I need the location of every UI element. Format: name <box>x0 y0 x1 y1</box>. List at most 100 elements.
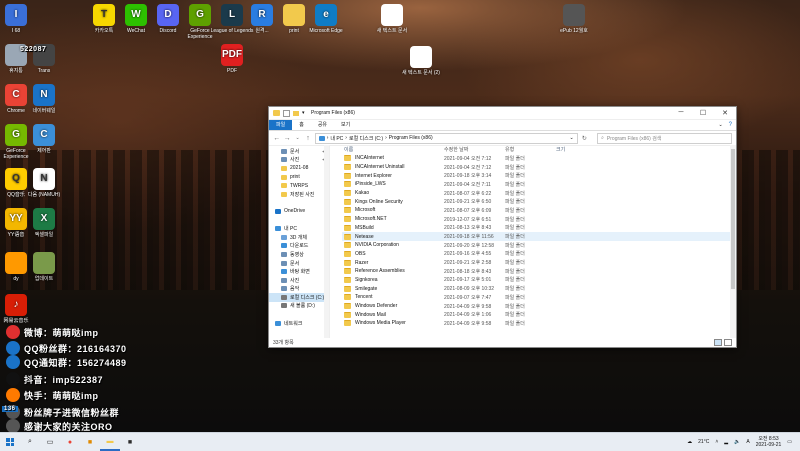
desktop-icon[interactable]: C 제어판 <box>22 124 66 154</box>
breadcrumb-drive[interactable]: 로컬 디스크 (C:) <box>349 135 383 142</box>
tab-view[interactable]: 보기 <box>334 120 357 130</box>
table-row[interactable]: Reference Assemblies 2021-08-18 오후 8:43 파일… <box>342 267 736 276</box>
nav-item[interactable]: 바탕 화면 <box>269 267 329 276</box>
nav-item[interactable]: 사진✦ <box>269 156 329 165</box>
recent-dropdown-icon[interactable]: ⌄ <box>294 135 301 141</box>
breadcrumb-folder[interactable]: Program Files (x86) <box>389 135 433 141</box>
temperature[interactable]: 21°C <box>698 439 709 445</box>
ribbon-expand-icon[interactable]: ⌄ <box>718 122 722 128</box>
properties-icon[interactable] <box>283 109 290 117</box>
desktop-icon[interactable]: 업데이트 <box>22 252 66 282</box>
app-icon[interactable]: ■ <box>80 433 100 451</box>
weather-icon[interactable]: ☁ <box>687 439 692 445</box>
chevron-down-icon[interactable]: ▾ <box>302 110 307 116</box>
volume-icon[interactable]: 🔈 <box>734 439 740 445</box>
column-header-date[interactable]: 수정한 날짜 <box>444 146 505 153</box>
desktop-icon[interactable]: N 다움 (NAMUH) <box>22 168 66 198</box>
notification-icon[interactable]: ▭ <box>787 439 792 445</box>
app-icon-2[interactable]: ■ <box>120 433 140 451</box>
column-header-name[interactable]: 이름 <box>342 146 444 153</box>
table-row[interactable]: Windows Defender 2021-04-09 오후 9:58 파일 폴더 <box>342 302 736 311</box>
nav-scrollbar[interactable] <box>324 145 329 338</box>
file-name: Reference Assemblies <box>355 268 405 275</box>
table-row[interactable]: Razer 2021-09-21 오후 2:58 파일 폴더 <box>342 258 736 267</box>
help-icon[interactable]: ? <box>729 122 732 128</box>
refresh-icon[interactable]: ↻ <box>581 135 588 142</box>
nav-item[interactable]: 네트워크 <box>269 319 329 328</box>
nav-item[interactable]: 문서✦ <box>269 147 329 156</box>
maximize-button[interactable]: ☐ <box>692 109 714 117</box>
chevron-up-icon[interactable]: ˄ <box>715 439 718 445</box>
tab-file[interactable]: 파일 <box>269 120 293 130</box>
minimize-button[interactable]: ─ <box>670 109 692 117</box>
new-folder-icon[interactable] <box>293 110 299 116</box>
table-row[interactable]: Microsoft.NET 2019-12-07 오후 6:51 파일 폴더 <box>342 215 736 224</box>
table-row[interactable]: MSBuild 2021-08-13 오후 8:43 파일 폴더 <box>342 224 736 233</box>
table-row[interactable]: Kings Online Security 2021-09-21 오후 6:50 파… <box>342 197 736 206</box>
vertical-scrollbar[interactable] <box>730 145 736 338</box>
desktop-icon-label: Microsoft Edge <box>309 28 343 34</box>
desktop-icon[interactable]: PDF PDF <box>210 44 254 74</box>
table-row[interactable]: Netease 2021-09-18 오후 11:56 파일 폴더 <box>342 232 736 241</box>
back-arrow-icon[interactable]: ← <box>273 135 280 142</box>
nav-item[interactable]: OneDrive <box>269 207 329 216</box>
table-row[interactable]: Kakao 2021-08-07 오후 6:22 파일 폴더 <box>342 189 736 198</box>
table-row[interactable]: INCAInternet Uninstall 2021-09-04 오전 7:12… <box>342 163 736 172</box>
nav-item[interactable]: 저장된 사진 <box>269 190 329 199</box>
desktop-icon[interactable]: 새 텍스트 문서 <box>370 4 414 34</box>
column-header-size[interactable]: 크기 <box>556 146 596 153</box>
table-row[interactable]: Microsoft 2021-08-07 오후 6:09 파일 폴더 <box>342 206 736 215</box>
table-row[interactable]: INCAInternet 2021-09-04 오전 7:12 파일 폴더 <box>342 154 736 163</box>
column-header-type[interactable]: 유형 <box>505 146 556 153</box>
table-row[interactable]: Signkorea 2021-09-17 오후 5:01 파일 폴더 <box>342 276 736 285</box>
nav-item[interactable]: 다운로드 <box>269 242 329 251</box>
nav-item[interactable]: 2021-08 <box>269 164 329 173</box>
network-icon[interactable]: ▂ <box>724 439 728 445</box>
task-view-icon[interactable]: ▭ <box>40 433 60 451</box>
desktop-icon[interactable]: 새 텍스트 문서 (2) <box>399 46 443 76</box>
nav-item[interactable]: TWRPS <box>269 181 329 190</box>
nav-item[interactable]: 문서 <box>269 259 329 268</box>
table-row[interactable]: iPinside_LWS 2021-09-04 오전 7:11 파일 폴더 <box>342 180 736 189</box>
details-view-icon[interactable] <box>714 339 722 346</box>
nav-item[interactable]: 3D 개체 <box>269 233 329 242</box>
app-icon: G <box>189 4 211 26</box>
desktop-icon[interactable]: ePub 12월호 <box>552 4 596 34</box>
table-row[interactable]: OBS 2021-09-16 오후 4:55 파일 폴더 <box>342 250 736 259</box>
table-row[interactable]: Windows Mail 2021-04-09 오후 1:06 파일 폴더 <box>342 310 736 319</box>
nav-item[interactable]: print <box>269 173 329 182</box>
desktop-icon[interactable]: N 네이버웨일 <box>22 84 66 114</box>
nav-item[interactable]: 동영상 <box>269 250 329 259</box>
table-row[interactable]: Tencent 2021-09-07 오후 7:47 파일 폴더 <box>342 293 736 302</box>
start-button[interactable] <box>0 438 20 446</box>
tab-share[interactable]: 공유 <box>311 120 334 130</box>
scrollbar-thumb[interactable] <box>731 149 735 289</box>
file-explorer-icon[interactable]: ▬ <box>100 433 120 451</box>
address-bar[interactable]: › 내 PC › 로컬 디스크 (C:) › Program Files (x8… <box>314 132 578 144</box>
nav-item[interactable]: 사진 <box>269 276 329 285</box>
desktop-icon[interactable]: e Microsoft Edge <box>304 4 348 34</box>
table-row[interactable]: NVIDIA Corporation 2021-09-20 오후 12:58 파일 … <box>342 241 736 250</box>
breadcrumb-pc[interactable]: 내 PC <box>330 135 343 142</box>
desktop-icon[interactable]: I I 68 <box>0 4 38 34</box>
nav-item[interactable]: 새 볼륨 (D:) <box>269 302 329 311</box>
tab-home[interactable]: 홈 <box>292 120 311 130</box>
table-row[interactable]: Smilegate 2021-08-09 오후 10:32 파일 폴더 <box>342 284 736 293</box>
address-dropdown-icon[interactable]: ⌄ <box>569 135 573 141</box>
ime-indicator[interactable]: A <box>746 439 749 445</box>
table-row[interactable]: Internet Explorer 2021-09-18 오후 3:14 파일 폴더 <box>342 171 736 180</box>
search-icon[interactable]: ⌕ <box>20 433 40 451</box>
up-arrow-icon[interactable]: ↑ <box>304 135 311 142</box>
desktop-icon[interactable]: X 엑셀파일 <box>22 208 66 238</box>
nav-item[interactable]: 음악 <box>269 285 329 294</box>
table-row[interactable]: Windows Media Player 2021-04-09 오후 9:58 파일… <box>342 319 736 328</box>
nav-item[interactable]: 로컬 디스크 (C:) <box>269 293 329 302</box>
search-input[interactable]: ⌕ Program Files (x86) 검색 <box>597 132 732 144</box>
clock[interactable]: 오전 8:53 2021-09-21 <box>756 436 782 448</box>
large-icons-view-icon[interactable] <box>724 339 732 346</box>
forward-arrow-icon[interactable]: → <box>283 135 291 142</box>
close-button[interactable]: ✕ <box>714 109 736 117</box>
chrome-icon[interactable]: ● <box>60 433 80 451</box>
nav-item[interactable]: 내 PC <box>269 224 329 233</box>
desktop-icon[interactable]: ♪ 网易云音乐 <box>0 294 38 324</box>
